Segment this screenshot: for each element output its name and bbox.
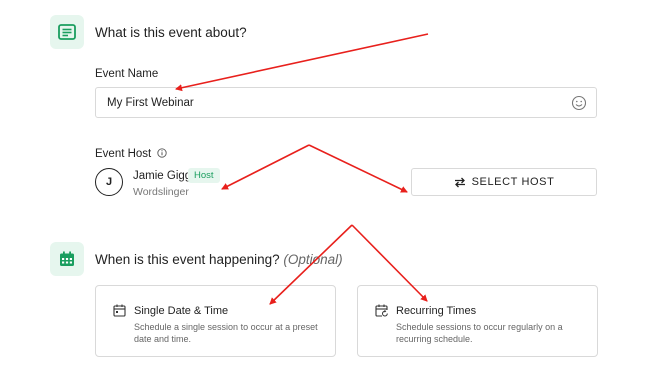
section-when-title: When is this event happening? (Optional)	[95, 252, 343, 267]
event-name-value: My First Webinar	[107, 96, 194, 109]
arrow-to-host	[221, 144, 310, 190]
single-date-description: Schedule a single session to occur at a …	[134, 322, 318, 344]
recurring-times-card[interactable]: Recurring Times Schedule sessions to occ…	[357, 285, 598, 357]
event-name-input[interactable]: My First Webinar	[95, 87, 597, 118]
info-icon[interactable]	[157, 148, 168, 158]
swap-icon	[454, 177, 465, 187]
arrow-to-select-host	[308, 144, 408, 193]
calendar-outline-icon	[113, 304, 126, 317]
section-about-icon	[50, 15, 84, 49]
avatar: J	[95, 168, 123, 196]
single-date-title: Single Date & Time	[134, 305, 229, 317]
smiley-icon[interactable]	[571, 95, 587, 111]
event-host-label-text: Event Host	[95, 148, 152, 160]
section-about-title: What is this event about?	[95, 25, 247, 40]
recurring-times-description: Schedule sessions to occur regularly on …	[396, 322, 563, 344]
recurring-times-title: Recurring Times	[396, 305, 477, 317]
section-when-icon	[50, 242, 84, 276]
arrow-to-event-name	[175, 33, 429, 92]
optional-tag: (Optional)	[283, 252, 343, 267]
list-icon	[58, 24, 76, 40]
select-host-button[interactable]: SELECT HOST	[411, 168, 597, 196]
calendar-icon	[60, 251, 74, 266]
single-date-card[interactable]: Single Date & Time Schedule a single ses…	[95, 285, 336, 357]
calendar-repeat-icon	[375, 304, 388, 317]
event-host-label: Event Host	[95, 148, 168, 160]
section-when-title-text: When is this event happening?	[95, 252, 280, 267]
host-subtitle: Wordslinger	[133, 186, 189, 198]
event-name-label: Event Name	[95, 68, 159, 80]
host-badge: Host	[188, 168, 220, 183]
select-host-label: SELECT HOST	[471, 176, 555, 188]
